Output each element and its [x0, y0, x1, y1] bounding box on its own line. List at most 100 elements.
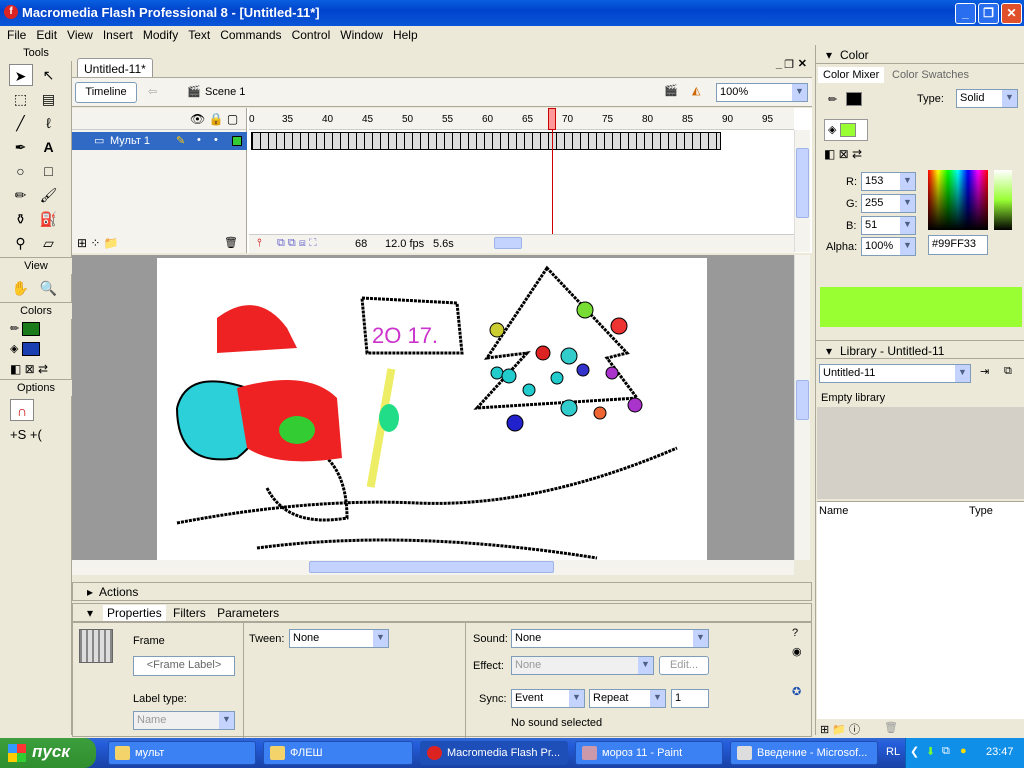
insert-layer-icon[interactable]: ⊞ [77, 236, 87, 250]
insert-folder-icon[interactable]: 📁 [104, 236, 119, 250]
keyframes-row[interactable] [251, 132, 721, 150]
pen-tool-icon[interactable]: ✒ [9, 136, 33, 158]
delete-library-item-icon[interactable]: 🗑 [884, 721, 898, 734]
zoom-select[interactable]: 100% ▼ [716, 83, 808, 102]
zoom-tool-icon[interactable]: 🔍 [37, 277, 61, 299]
doc-restore-button[interactable]: ❐ [784, 58, 794, 71]
color-panel-header[interactable]: ▾ Color [816, 45, 1024, 64]
sound-select[interactable]: None ▼ [511, 629, 709, 648]
menu-insert[interactable]: Insert [98, 26, 138, 45]
menu-modify[interactable]: Modify [138, 26, 183, 45]
fill-type-select[interactable]: Solid ▼ [956, 89, 1018, 108]
tween-select[interactable]: None ▼ [289, 629, 389, 648]
lock-icon[interactable]: 🔒 [209, 112, 224, 126]
mixer-swap-icons[interactable]: ◧ ⊠ ⇄ [824, 147, 862, 161]
task-word[interactable]: Введение - Microsof... [730, 741, 878, 765]
hex-input[interactable]: #99FF33 [928, 235, 988, 255]
center-frame-icon[interactable]: ⫯ [257, 237, 262, 250]
green-input[interactable]: 255 ▼ [861, 194, 916, 213]
stage-vscrollbar[interactable] [794, 255, 810, 560]
hand-tool-icon[interactable]: ✋ [9, 277, 33, 299]
language-indicator[interactable]: RL [886, 746, 900, 758]
menu-control[interactable]: Control [287, 26, 336, 45]
paint-bucket-tool-icon[interactable]: ⛽ [37, 208, 61, 230]
task-paint[interactable]: мороз 11 - Paint [575, 741, 723, 765]
gradient-transform-tool-icon[interactable]: ▤ [37, 88, 61, 110]
back-arrow-icon[interactable]: ⇦ [148, 85, 157, 98]
brightness-slider[interactable] [994, 170, 1012, 230]
tray-download-icon[interactable]: ⬇ [926, 745, 935, 758]
layer-row[interactable]: ▭ Мульт 1 ✎ • • [72, 132, 247, 150]
lock-dot[interactable]: • [214, 134, 218, 146]
alpha-input[interactable]: 100% ▼ [861, 237, 916, 256]
brush-tool-icon[interactable]: 🖌 [37, 184, 61, 206]
eraser-tool-icon[interactable]: ▱ [37, 232, 61, 254]
playhead[interactable] [548, 108, 556, 130]
tab-parameters[interactable]: Parameters [213, 605, 283, 621]
stage-canvas[interactable]: 2O 17. [157, 258, 707, 560]
library-select[interactable]: Untitled-11 ▼ [819, 364, 971, 383]
smooth-straighten-icons[interactable]: +S +( [0, 424, 71, 445]
doc-minimize-button[interactable]: _ [776, 58, 782, 70]
column-type[interactable]: Type [969, 505, 993, 517]
red-input[interactable]: 153 ▼ [861, 172, 916, 191]
tray-network-icon[interactable]: ⧉ [942, 745, 950, 758]
task-flesh[interactable]: ФЛЕШ [263, 741, 413, 765]
menu-text[interactable]: Text [183, 26, 215, 45]
help-icon[interactable]: ? [792, 627, 798, 639]
menu-help[interactable]: Help [388, 26, 423, 45]
effect-select[interactable]: None ▼ [511, 656, 654, 675]
line-tool-icon[interactable]: ╱ [9, 112, 33, 134]
stroke-color-control[interactable]: ✏ [0, 319, 71, 339]
repeat-select[interactable]: Repeat ▼ [589, 689, 666, 708]
menu-window[interactable]: Window [335, 26, 388, 45]
blue-input[interactable]: 51 ▼ [861, 216, 916, 235]
fill-color-swatch[interactable] [21, 342, 40, 357]
outline-icon[interactable]: ▢ [227, 112, 238, 126]
visibility-dot[interactable]: • [197, 134, 201, 146]
tab-color-swatches[interactable]: Color Swatches [892, 69, 969, 81]
snap-to-objects-icon[interactable]: ∩ [10, 399, 34, 422]
doc-close-button[interactable]: ✕ [798, 57, 807, 70]
library-list[interactable]: Name Type [817, 501, 1024, 719]
frame-label-input[interactable]: <Frame Label> [133, 656, 235, 676]
edit-scene-icon[interactable]: 🎬 [664, 84, 678, 97]
actions-panel-header[interactable]: ▸ Actions [72, 582, 812, 601]
repeat-count-input[interactable]: 1 [671, 689, 709, 708]
column-name[interactable]: Name [819, 505, 848, 517]
library-panel-header[interactable]: ▾ Library - Untitled-11 [816, 340, 1024, 359]
color-spectrum-picker[interactable] [928, 170, 988, 230]
timeline-hscrollbar[interactable] [464, 236, 790, 251]
frame-rate[interactable]: 12.0 fps [385, 238, 424, 250]
frame-ruler[interactable]: 0 35 40 45 50 55 60 65 70 75 80 85 90 95 [249, 108, 794, 130]
library-buttons[interactable]: ⊞ 📁 ⓘ [820, 721, 860, 737]
onion-skin-icons[interactable]: ⧉ ⧉ ⧈ ⛶ [277, 237, 317, 250]
task-mult[interactable]: мульт [108, 741, 256, 765]
eyedropper-tool-icon[interactable]: ⚲ [9, 232, 33, 254]
selection-tool-icon[interactable]: ➤ [8, 64, 33, 86]
new-library-icon[interactable]: ⧉ [1004, 365, 1012, 378]
outline-color-swatch[interactable] [232, 136, 242, 146]
add-motion-guide-icon[interactable]: ⁘ [90, 236, 100, 250]
tray-security-icon[interactable]: ● [960, 745, 967, 757]
pin-library-icon[interactable]: ⇥ [980, 365, 989, 378]
accessibility-icon[interactable]: ◉ [792, 645, 802, 658]
oval-tool-icon[interactable]: ○ [9, 160, 33, 182]
close-button[interactable]: ✕ [1001, 3, 1022, 24]
document-tab[interactable]: Untitled-11* [77, 58, 153, 79]
accessibility-panel-icon[interactable]: ✪ [792, 685, 801, 698]
menu-file[interactable]: File [2, 26, 31, 45]
start-button[interactable]: пуск [0, 738, 96, 768]
free-transform-tool-icon[interactable]: ⬚ [9, 88, 33, 110]
stage-hscrollbar[interactable] [72, 560, 794, 575]
fill-color-control[interactable]: ◈ [0, 339, 71, 359]
mixer-stroke-swatch[interactable] [846, 92, 862, 106]
layer-buttons[interactable]: ⊞ ⁘ 📁 [77, 236, 119, 250]
edit-sound-button[interactable]: Edit... [659, 656, 709, 675]
menu-commands[interactable]: Commands [215, 26, 286, 45]
stroke-color-swatch[interactable] [22, 322, 41, 337]
subselection-tool-icon[interactable]: ↖ [37, 64, 61, 86]
tab-properties[interactable]: Properties [103, 605, 166, 621]
mixer-fill-control[interactable]: ◈ [824, 119, 868, 141]
menu-edit[interactable]: Edit [31, 26, 62, 45]
